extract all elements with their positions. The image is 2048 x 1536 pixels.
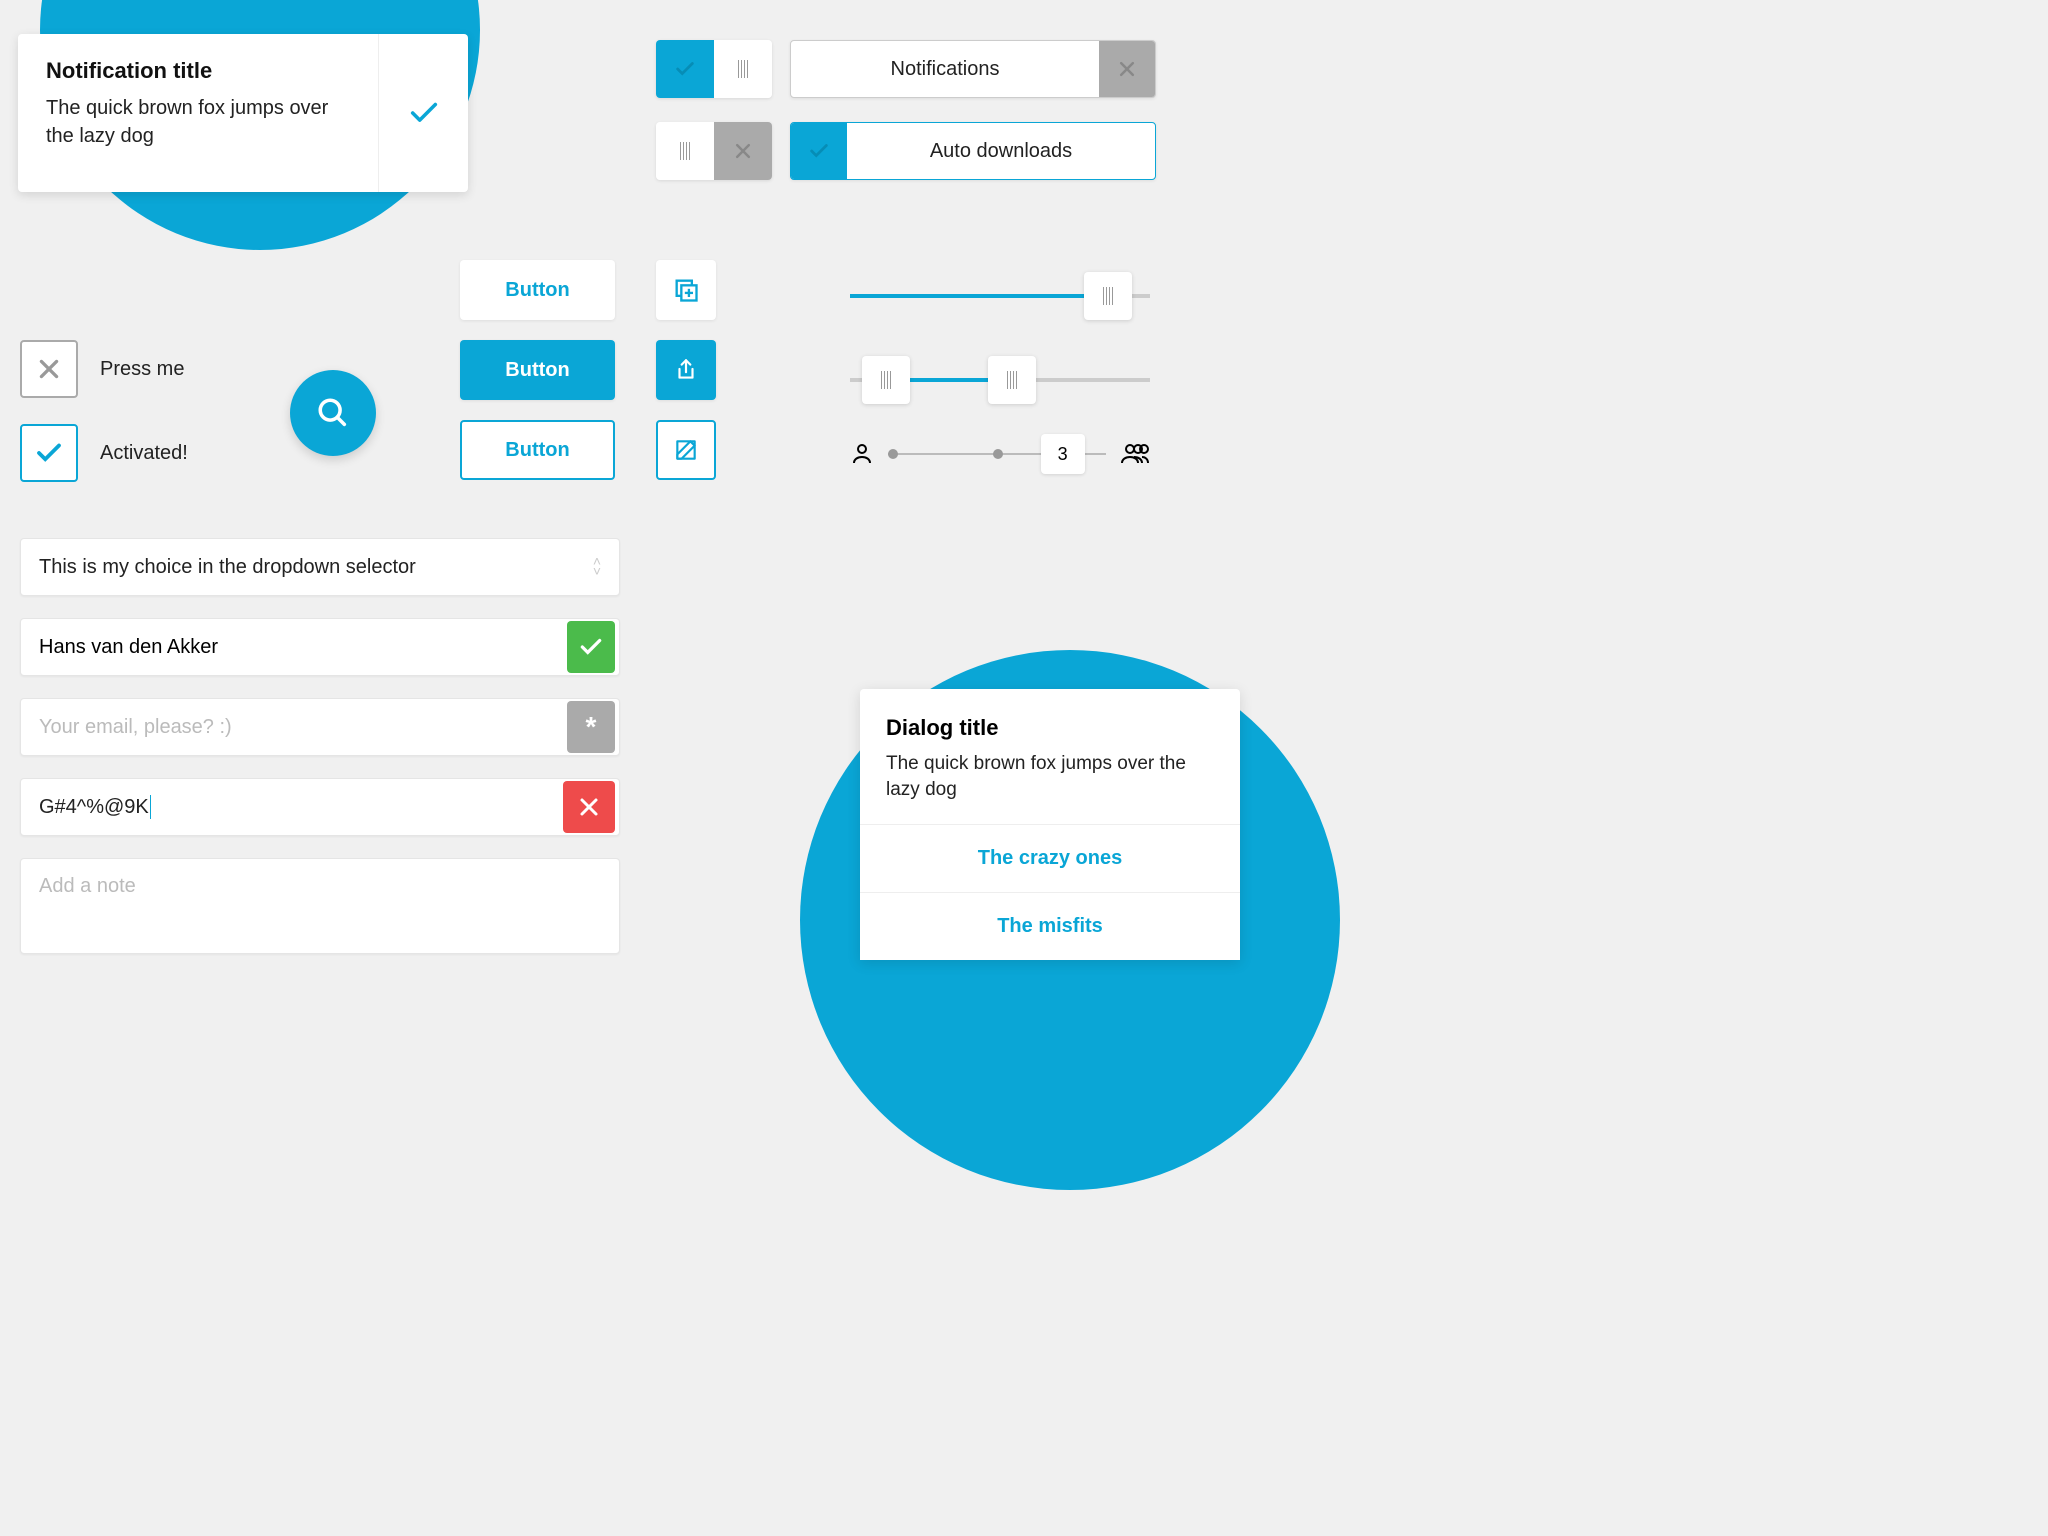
dropdown-select[interactable]: This is my choice in the dropdown select…: [20, 538, 620, 596]
slider-fill: [850, 294, 1090, 298]
grip-icon: [1007, 371, 1017, 389]
check-icon: [674, 58, 696, 80]
slider-dot: [993, 449, 1003, 459]
dialog-body: The quick brown fox jumps over the lazy …: [886, 751, 1214, 804]
chevron-updown-icon: ˄˅: [593, 557, 601, 577]
slider-dot: [888, 449, 898, 459]
slider-range[interactable]: [850, 350, 1150, 410]
slider-value-thumb[interactable]: 3: [1041, 434, 1085, 474]
check-icon: [34, 438, 64, 468]
person-icon: [850, 442, 874, 466]
name-input[interactable]: [39, 636, 559, 659]
copy-plus-icon: [672, 276, 700, 304]
icon-button-copy[interactable]: [656, 260, 716, 320]
button-filled[interactable]: Button: [460, 340, 615, 400]
grip-icon: [680, 142, 690, 160]
auto-downloads-label: Auto downloads: [847, 123, 1155, 179]
checkbox-activated-label: Activated!: [100, 442, 188, 465]
auto-downloads-check-button[interactable]: [791, 123, 847, 179]
auto-downloads-row[interactable]: Auto downloads: [790, 122, 1156, 180]
grip-icon: [738, 60, 748, 78]
toggle-a-on[interactable]: [656, 40, 772, 98]
dialog-card: Dialog title The quick brown fox jumps o…: [860, 689, 1240, 960]
people-icon: [1120, 442, 1150, 466]
dialog-option-1[interactable]: The crazy ones: [860, 824, 1240, 892]
slider-single[interactable]: [850, 266, 1150, 326]
dialog-title: Dialog title: [886, 715, 1214, 741]
notifications-close-button[interactable]: [1099, 41, 1155, 97]
icon-button-share[interactable]: [656, 340, 716, 400]
email-input[interactable]: [39, 716, 559, 739]
notifications-label: Notifications: [791, 41, 1099, 97]
checkbox-press-me[interactable]: [20, 340, 78, 398]
check-icon: [578, 634, 604, 660]
icon-button-edit[interactable]: [656, 420, 716, 480]
notification-body: The quick brown fox jumps over the lazy …: [46, 94, 350, 150]
dropdown-value: This is my choice in the dropdown select…: [39, 556, 416, 579]
slider-thumb[interactable]: [1084, 272, 1132, 320]
people-slider[interactable]: 3: [850, 434, 1150, 474]
close-icon: [733, 141, 753, 161]
text-caret: [150, 795, 151, 819]
check-icon: [407, 96, 441, 130]
notifications-row[interactable]: Notifications: [790, 40, 1156, 98]
slider-thumb-min[interactable]: [862, 356, 910, 404]
dialog-option-2[interactable]: The misfits: [860, 892, 1240, 960]
slider-thumb-max[interactable]: [988, 356, 1036, 404]
note-input[interactable]: [39, 875, 601, 898]
search-fab[interactable]: [290, 370, 376, 456]
notification-confirm-button[interactable]: [378, 34, 468, 192]
slider-value: 3: [1058, 444, 1068, 465]
search-icon: [316, 396, 350, 430]
grip-icon: [881, 371, 891, 389]
grip-icon: [1103, 287, 1113, 305]
check-icon: [808, 140, 830, 162]
close-icon: [36, 356, 62, 382]
edit-icon: [673, 437, 699, 463]
name-field-row: [20, 618, 620, 676]
notification-card: Notification title The quick brown fox j…: [18, 34, 468, 192]
share-icon: [673, 357, 699, 383]
close-icon: [1117, 59, 1137, 79]
button-outline[interactable]: Button: [460, 420, 615, 480]
checkbox-press-me-label: Press me: [100, 358, 184, 381]
password-field-row: G#4^%@9K: [20, 778, 620, 836]
password-value[interactable]: G#4^%@9K: [39, 796, 149, 819]
checkbox-activated[interactable]: [20, 424, 78, 482]
email-required-badge: *: [567, 701, 615, 753]
name-valid-button[interactable]: [567, 621, 615, 673]
toggle-b-off[interactable]: [656, 122, 772, 180]
note-field[interactable]: [20, 858, 620, 954]
button-flat[interactable]: Button: [460, 260, 615, 320]
password-clear-button[interactable]: [563, 781, 615, 833]
email-field-row: *: [20, 698, 620, 756]
notification-title: Notification title: [46, 58, 350, 84]
close-icon: [577, 795, 601, 819]
